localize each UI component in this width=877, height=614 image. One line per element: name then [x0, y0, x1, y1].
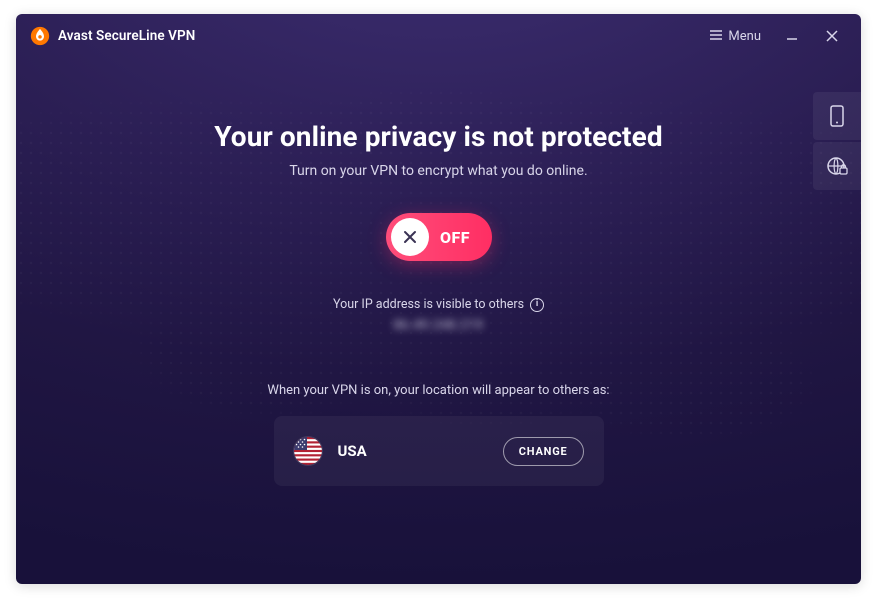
ip-caption-row: Your IP address is visible to others i	[333, 297, 544, 312]
location-card: USA CHANGE	[274, 416, 604, 486]
app-title: Avast SecureLine VPN	[58, 28, 195, 44]
titlebar: Avast SecureLine VPN Menu	[16, 14, 861, 58]
vpn-toggle[interactable]: OFF	[386, 213, 492, 261]
info-icon[interactable]: i	[530, 298, 544, 312]
hamburger-icon	[710, 29, 722, 44]
close-button[interactable]	[817, 21, 847, 51]
privacy-subline: Turn on your VPN to encrypt what you do …	[16, 163, 861, 179]
main-content: Your online privacy is not protected Tur…	[16, 58, 861, 486]
location-caption: When your VPN is on, your location will …	[16, 383, 861, 398]
x-icon	[403, 230, 417, 244]
location-country: USA	[338, 442, 367, 460]
ip-caption: Your IP address is visible to others	[333, 297, 524, 312]
close-icon	[826, 30, 838, 42]
menu-label: Menu	[728, 29, 761, 44]
app-window: Avast SecureLine VPN Menu	[16, 14, 861, 584]
toggle-state-label: OFF	[429, 228, 492, 247]
flag-usa-icon	[294, 437, 322, 465]
change-location-button[interactable]: CHANGE	[503, 437, 584, 466]
ip-value: 86.49.248.219	[16, 318, 861, 333]
minimize-icon	[786, 30, 798, 42]
menu-button[interactable]: Menu	[704, 25, 767, 48]
avast-logo-icon	[30, 26, 50, 46]
privacy-headline: Your online privacy is not protected	[16, 120, 861, 153]
minimize-button[interactable]	[777, 21, 807, 51]
toggle-knob	[391, 218, 429, 256]
